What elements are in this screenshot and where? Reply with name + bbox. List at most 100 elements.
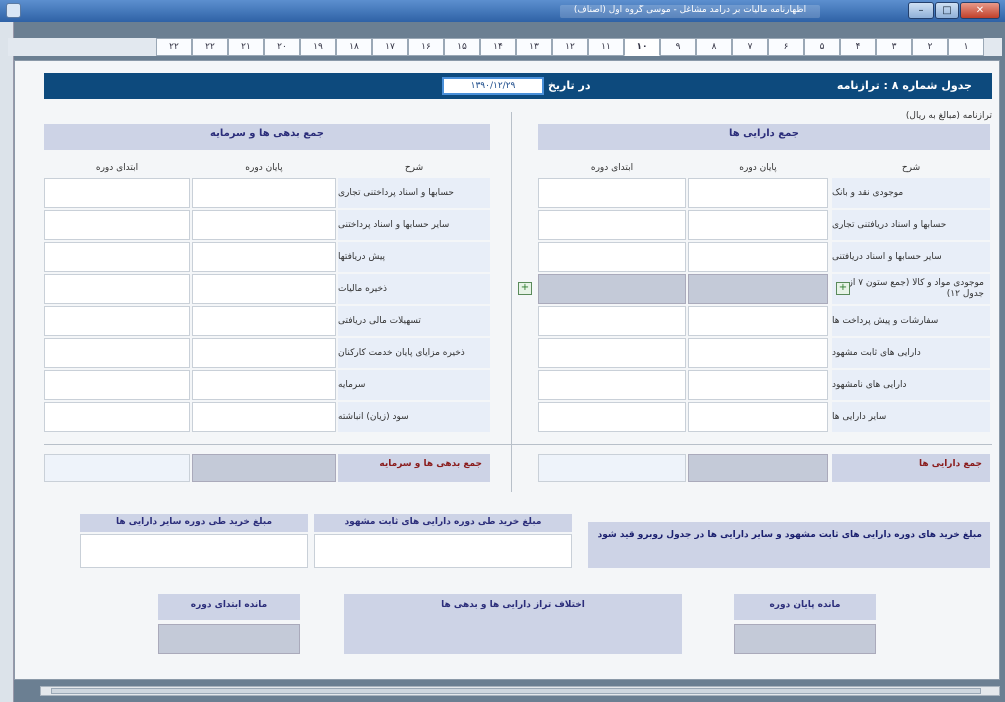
tab-5[interactable]: ۵ [804, 38, 840, 56]
liabilities-start-input[interactable] [44, 402, 190, 432]
start-balance-label: مانده ابتدای دوره [158, 594, 300, 620]
minimize-button[interactable]: – [908, 2, 934, 19]
liabilities-row-label: سایر حسابها و اسناد پرداختنی [338, 210, 490, 240]
assets-end-input[interactable] [688, 178, 828, 208]
tab-4[interactable]: ۴ [840, 38, 876, 56]
tab-8[interactable]: ۸ [696, 38, 732, 56]
assets-start-input[interactable] [538, 338, 686, 368]
liabilities-banner: جمع بدهی ها و سرمایه [44, 124, 490, 150]
assets-end-input[interactable] [688, 402, 828, 432]
assets-banner: جمع دارایی ها [538, 124, 990, 150]
assets-end-input[interactable] [688, 338, 828, 368]
liabilities-row-label: پیش دریافتها [338, 242, 490, 272]
liabilities-col-end: پایان دوره [245, 163, 283, 173]
tab-7[interactable]: ۷ [732, 38, 768, 56]
liabilities-row-label: ذخیره مالیات [338, 274, 490, 304]
liabilities-start-input[interactable] [44, 210, 190, 240]
close-button[interactable]: ✕ [960, 2, 1000, 19]
assets-row-label: موجودی مواد و کالا (جمع ستون ۷ از جدول ۱… [832, 274, 990, 304]
assets-row-label: سایر حسابها و اسناد دریافتنی [832, 242, 990, 272]
tab-19[interactable]: ۱۹ [300, 38, 336, 56]
assets-row-label: سفارشات و پیش پرداخت ها [832, 306, 990, 336]
liabilities-row-label: تسهیلات مالی دریافتی [338, 306, 490, 336]
assets-end-input[interactable] [688, 306, 828, 336]
liabilities-start-input[interactable] [44, 306, 190, 336]
end-balance-label: مانده پایان دوره [734, 594, 876, 620]
date-input[interactable]: ۱۳۹۰/۱۲/۲۹ [442, 77, 544, 95]
assets-start-input[interactable] [538, 306, 686, 336]
liabilities-end-input[interactable] [192, 306, 336, 336]
assets-end-input[interactable] [688, 242, 828, 272]
tab-21[interactable]: ۲۱ [228, 38, 264, 56]
tab-9[interactable]: ۹ [660, 38, 696, 56]
tab-14[interactable]: ۱۴ [480, 38, 516, 56]
liabilities-start-input[interactable] [44, 338, 190, 368]
panel-divider [511, 112, 512, 492]
assets-end-input [688, 274, 828, 304]
tab-15[interactable]: ۱۵ [444, 38, 480, 56]
liabilities-row-label: ذخیره مزایای پایان خدمت کارکنان [338, 338, 490, 368]
tab-18[interactable]: ۱۸ [336, 38, 372, 56]
assets-start-input[interactable] [538, 210, 686, 240]
tab-12[interactable]: ۱۲ [552, 38, 588, 56]
plus-icon[interactable]: + [518, 282, 532, 295]
liabilities-total-end [192, 454, 336, 482]
subtitle: ترازنامه (مبالغ به ریال) [905, 111, 992, 121]
liabilities-end-input[interactable] [192, 242, 336, 272]
liabilities-row-label: سود (زیان) انباشته [338, 402, 490, 432]
left-scrollbar[interactable] [0, 22, 14, 702]
maximize-button[interactable]: □ [935, 2, 959, 19]
purchases-note: مبلغ خرید های دوره دارایی های ثابت مشهود… [588, 522, 990, 568]
assets-row-label: دارایی های ثابت مشهود [832, 338, 990, 368]
end-balance-value [734, 624, 876, 654]
other-purchase-input[interactable] [80, 534, 308, 568]
assets-row-label: سایر دارایی ها [832, 402, 990, 432]
plus-icon[interactable]: + [836, 282, 850, 295]
assets-start-input[interactable] [538, 402, 686, 432]
start-balance-value [158, 624, 300, 654]
difference-box: اختلاف تراز دارایی ها و بدهی ها [344, 594, 682, 654]
liabilities-start-input[interactable] [44, 242, 190, 272]
liabilities-end-input[interactable] [192, 178, 336, 208]
assets-end-input[interactable] [688, 210, 828, 240]
assets-col-start: ابتدای دوره [590, 163, 634, 173]
tab-3[interactable]: ۳ [876, 38, 912, 56]
tab-22[interactable]: ۲۲ [192, 38, 228, 56]
liabilities-total-label: جمع بدهی ها و سرمایه [338, 454, 490, 482]
page-title: جدول شماره ۸ : ترازنامه [836, 79, 972, 92]
tab-13[interactable]: ۱۳ [516, 38, 552, 56]
liabilities-end-input[interactable] [192, 274, 336, 304]
assets-start-input[interactable] [538, 178, 686, 208]
liabilities-start-input[interactable] [44, 274, 190, 304]
scrollbar-thumb[interactable] [51, 688, 981, 694]
totals-separator [44, 444, 992, 445]
assets-start-input[interactable] [538, 242, 686, 272]
liabilities-end-input[interactable] [192, 370, 336, 400]
assets-col-desc: شرح [901, 163, 921, 173]
liabilities-start-input[interactable] [44, 370, 190, 400]
tab-16[interactable]: ۱۶ [408, 38, 444, 56]
assets-end-input[interactable] [688, 370, 828, 400]
liabilities-end-input[interactable] [192, 338, 336, 368]
tab-17[interactable]: ۱۷ [372, 38, 408, 56]
horizontal-scrollbar[interactable] [40, 686, 1000, 696]
tab-1[interactable]: ۱ [948, 38, 984, 56]
assets-row-label: موجودی نقد و بانک [832, 178, 990, 208]
liabilities-end-input[interactable] [192, 210, 336, 240]
tab-23[interactable]: ۲۲ [156, 38, 192, 56]
tab-6[interactable]: ۶ [768, 38, 804, 56]
assets-row-label: دارایی های نامشهود [832, 370, 990, 400]
liabilities-start-input[interactable] [44, 178, 190, 208]
assets-start-input[interactable] [538, 370, 686, 400]
tab-10[interactable]: ۱۰ [624, 38, 660, 56]
assets-start-input [538, 274, 686, 304]
tab-11[interactable]: ۱۱ [588, 38, 624, 56]
assets-col-end: پایان دوره [739, 163, 777, 173]
liabilities-end-input[interactable] [192, 402, 336, 432]
other-purchase-label: مبلغ خرید طی دوره سایر دارایی ها [80, 514, 308, 532]
liabilities-row-label: سرمایه [338, 370, 490, 400]
fixed-purchase-input[interactable] [314, 534, 572, 568]
tab-20[interactable]: ۲۰ [264, 38, 300, 56]
assets-row-label: حسابها و اسناد دریافتنی تجاری [832, 210, 990, 240]
tab-2[interactable]: ۲ [912, 38, 948, 56]
